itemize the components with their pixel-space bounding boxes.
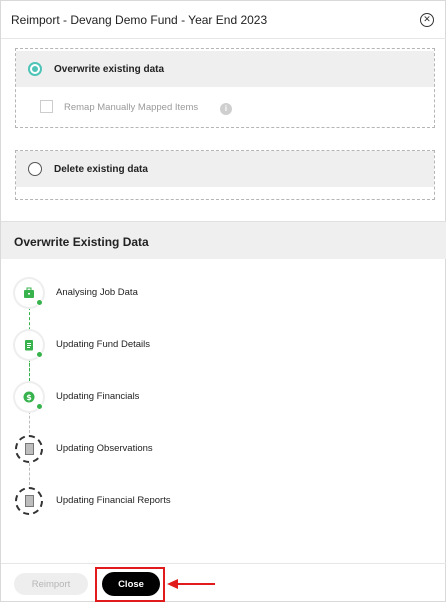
- remap-checkbox: [40, 100, 53, 113]
- step-label: Updating Financials: [56, 391, 140, 402]
- progress-section-title: Overwrite Existing Data: [14, 235, 149, 249]
- progress-step: Updating Fund Details: [15, 331, 315, 361]
- info-icon: i: [220, 103, 232, 115]
- delete-option[interactable]: Delete existing data: [16, 151, 434, 187]
- overwrite-label: Overwrite existing data: [54, 64, 165, 75]
- progress-step: Updating Observations: [15, 435, 315, 465]
- reimport-dialog: Reimport - Devang Demo Fund - Year End 2…: [0, 0, 446, 602]
- briefcase-icon: [15, 279, 43, 307]
- step-done-icon: [36, 299, 43, 306]
- step-label: Updating Financial Reports: [56, 495, 171, 506]
- overwrite-option[interactable]: Overwrite existing data: [16, 51, 434, 87]
- remap-label: Remap Manually Mapped Items: [64, 102, 199, 113]
- step-connector: [29, 359, 30, 381]
- svg-text:$: $: [26, 393, 32, 402]
- progress-step: Updating Financial Reports: [15, 487, 315, 517]
- close-dialog-icon[interactable]: ✕: [420, 13, 434, 27]
- reimport-button[interactable]: Reimport: [14, 573, 88, 595]
- progress-step: $ Updating Financials: [15, 383, 315, 413]
- dialog-footer: Reimport Close: [1, 563, 446, 602]
- step-connector: [29, 463, 30, 485]
- dialog-title: Reimport - Devang Demo Fund - Year End 2…: [11, 13, 268, 27]
- step-done-icon: [36, 351, 43, 358]
- step-label: Analysing Job Data: [56, 287, 138, 298]
- dialog-header: Reimport - Devang Demo Fund - Year End 2…: [1, 1, 446, 39]
- delete-label: Delete existing data: [54, 164, 148, 175]
- step-done-icon: [36, 403, 43, 410]
- remap-option: Remap Manually Mapped Items i: [40, 100, 340, 116]
- step-label: Updating Fund Details: [56, 339, 150, 350]
- document-refresh-icon: [15, 435, 43, 463]
- overwrite-option-group: Overwrite existing data Remap Manually M…: [15, 48, 435, 128]
- step-label: Updating Observations: [56, 443, 153, 454]
- close-button[interactable]: Close: [102, 572, 160, 596]
- step-connector: [29, 411, 30, 433]
- delete-option-group: Delete existing data: [15, 150, 435, 200]
- dollar-coin-icon: $: [15, 383, 43, 411]
- overwrite-radio[interactable]: [28, 62, 42, 76]
- arrow-left-icon: [167, 579, 215, 589]
- clipboard-icon: [15, 331, 43, 359]
- document-refresh-icon: [15, 487, 43, 515]
- progress-section-header: Overwrite Existing Data: [1, 221, 446, 259]
- delete-radio[interactable]: [28, 162, 42, 176]
- progress-step: Analysing Job Data: [15, 279, 315, 309]
